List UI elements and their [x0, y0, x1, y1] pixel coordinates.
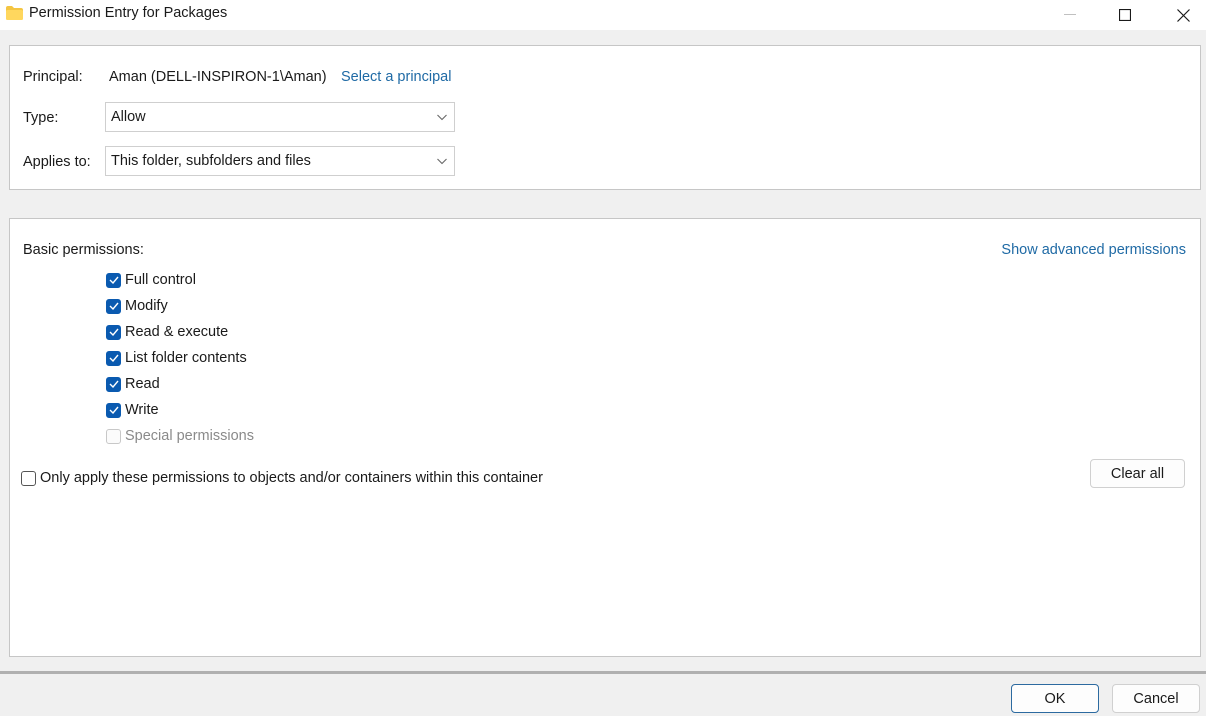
- permission-read[interactable]: Read: [106, 374, 160, 394]
- only-apply-label: Only apply these permissions to objects …: [40, 470, 543, 486]
- title-bar: Permission Entry for Packages: [0, 0, 1206, 30]
- checkbox-checked[interactable]: [106, 350, 121, 366]
- checkbox-disabled: [106, 428, 121, 444]
- only-apply-option[interactable]: Only apply these permissions to objects …: [21, 468, 543, 488]
- checkmark-icon: [109, 328, 119, 336]
- type-label: Type:: [23, 110, 59, 126]
- cancel-button[interactable]: Cancel: [1112, 684, 1200, 713]
- folder-icon: [6, 6, 23, 20]
- checkbox-checked[interactable]: [106, 376, 121, 392]
- checkmark-icon: [109, 380, 119, 388]
- permission-list-folder-contents[interactable]: List folder contents: [106, 348, 247, 368]
- principal-panel: Principal: Aman (DELL-INSPIRON-1\Aman) S…: [9, 45, 1201, 190]
- checkbox-checked[interactable]: [106, 402, 121, 418]
- minimize-icon: [1064, 14, 1076, 15]
- select-principal-link[interactable]: Select a principal: [341, 69, 451, 85]
- checkmark-icon: [109, 354, 119, 362]
- permission-label: Write: [125, 402, 159, 418]
- permission-label: List folder contents: [125, 350, 247, 366]
- principal-value: Aman (DELL-INSPIRON-1\Aman): [109, 69, 327, 85]
- permission-write[interactable]: Write: [106, 400, 159, 420]
- checkbox-checked[interactable]: [106, 324, 121, 340]
- type-dropdown[interactable]: Allow: [105, 102, 455, 132]
- permission-special: Special permissions: [106, 426, 254, 446]
- principal-label: Principal:: [23, 69, 83, 85]
- applies-to-dropdown[interactable]: This folder, subfolders and files: [105, 146, 455, 176]
- permissions-panel: Basic permissions: Show advanced permiss…: [9, 218, 1201, 657]
- checkmark-icon: [109, 276, 119, 284]
- close-icon: [1176, 8, 1190, 22]
- permission-label: Special permissions: [125, 428, 254, 444]
- permission-label: Modify: [125, 298, 168, 314]
- maximize-icon: [1119, 9, 1131, 21]
- ok-button[interactable]: OK: [1011, 684, 1099, 713]
- permission-full-control[interactable]: Full control: [106, 270, 196, 290]
- maximize-button[interactable]: [1102, 0, 1148, 30]
- chevron-down-icon: [437, 158, 447, 165]
- type-dropdown-value: Allow: [111, 109, 146, 125]
- chevron-down-icon: [437, 114, 447, 121]
- show-advanced-permissions-link[interactable]: Show advanced permissions: [1001, 242, 1186, 258]
- permission-label: Read: [125, 376, 160, 392]
- footer-divider: [0, 671, 1206, 674]
- minimize-button[interactable]: [1047, 0, 1093, 30]
- applies-to-dropdown-value: This folder, subfolders and files: [111, 153, 311, 169]
- permission-label: Read & execute: [125, 324, 229, 340]
- clear-all-button[interactable]: Clear all: [1090, 459, 1185, 488]
- window-title: Permission Entry for Packages: [29, 5, 228, 21]
- only-apply-checkbox[interactable]: [21, 470, 36, 486]
- applies-to-label: Applies to:: [23, 154, 91, 170]
- permission-modify[interactable]: Modify: [106, 296, 168, 316]
- permission-read-execute[interactable]: Read & execute: [106, 322, 228, 342]
- permission-label: Full control: [125, 272, 196, 288]
- checkbox-checked[interactable]: [106, 298, 121, 314]
- checkmark-icon: [109, 406, 119, 414]
- checkmark-icon: [109, 302, 119, 310]
- basic-permissions-heading: Basic permissions:: [23, 242, 144, 258]
- checkbox-checked[interactable]: [106, 272, 121, 288]
- close-button[interactable]: [1160, 0, 1206, 30]
